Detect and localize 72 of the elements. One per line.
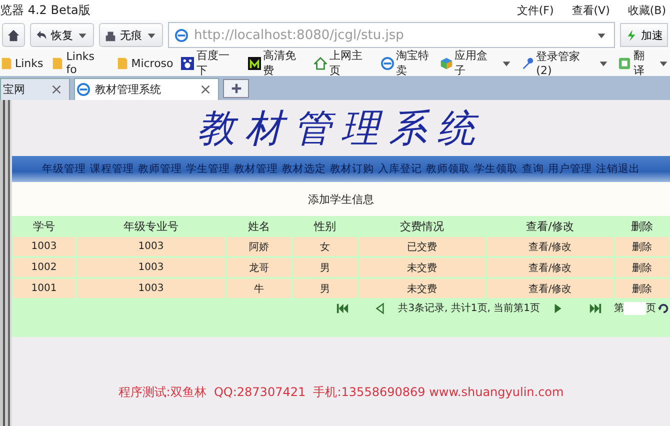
table-cell: 1001: [12, 278, 76, 299]
table-cell: 1003: [76, 257, 226, 278]
browser-tab[interactable]: 教材管理系统: [74, 78, 219, 100]
close-icon[interactable]: [50, 83, 63, 96]
refresh-icon[interactable]: [657, 302, 670, 314]
table-cell: 1003: [76, 236, 226, 257]
key-icon: [521, 56, 534, 70]
folder-icon: [0, 56, 13, 70]
browser-tab[interactable]: 宝网: [0, 78, 70, 100]
menu-item[interactable]: 文件(F): [516, 2, 554, 18]
table-cell: 未交费: [358, 278, 486, 299]
delete-link[interactable]: 删除: [614, 257, 670, 278]
table-cell: 1003: [12, 236, 76, 257]
table-cell: 已交费: [358, 236, 486, 257]
bookmark-link[interactable]: 淘宝特卖: [380, 48, 440, 78]
home-icon: [7, 28, 20, 42]
bookmark-link[interactable]: 登录管家(2): [521, 49, 610, 77]
letter-m-icon: [248, 56, 261, 70]
close-icon[interactable]: [199, 83, 212, 96]
globe-icon: [77, 83, 90, 96]
house-icon: [314, 56, 328, 70]
table-cell: 阿娇: [226, 236, 292, 257]
previous-page-icon[interactable]: [373, 302, 386, 314]
cube-icon: [440, 56, 453, 70]
bookmark-link[interactable]: 翻译: [618, 48, 670, 78]
lightning-icon: [625, 28, 638, 42]
undo-arrow-icon: [35, 28, 48, 42]
paw-icon: [181, 56, 194, 70]
bookmark-link[interactable]: Links fo: [51, 50, 108, 76]
site-title: 教材管理系统: [196, 104, 486, 152]
bookmark-link[interactable]: 上网主页: [314, 48, 373, 78]
table-cell: 未交费: [358, 257, 486, 278]
menu-item[interactable]: 查看(V): [572, 2, 610, 18]
folder-icon: [51, 56, 64, 70]
table-cell: 女: [292, 236, 358, 257]
view-edit-link[interactable]: 查看/修改: [486, 257, 614, 278]
bookmark-link[interactable]: 百度一下: [181, 48, 240, 78]
home-button[interactable]: [2, 23, 25, 47]
add-student-link[interactable]: 添加学生信息: [308, 192, 374, 206]
scrollbar[interactable]: [0, 100, 12, 426]
bookmark-link[interactable]: 应用盒子: [440, 48, 514, 78]
last-page-icon[interactable]: [589, 302, 602, 314]
delete-link[interactable]: 删除: [614, 278, 670, 299]
table-cell: 1002: [12, 257, 76, 278]
globe-icon: [175, 28, 188, 42]
first-page-icon[interactable]: [336, 302, 350, 314]
bookmark-link[interactable]: Microso: [116, 56, 174, 70]
window-title: 览器 4.2 Beta版: [0, 2, 90, 18]
speed-button[interactable]: 加速: [620, 23, 668, 47]
page-label: 第: [614, 302, 624, 315]
page-info: 共3条记录, 共计1页, 当前第1页: [398, 302, 540, 315]
delete-link[interactable]: 删除: [614, 236, 670, 257]
table-cell: 1003: [76, 278, 226, 299]
view-edit-link[interactable]: 查看/修改: [486, 278, 614, 299]
footer-credit: 程序测试:双鱼林 QQ:287307421 手机:13558690869 www.shuangyulin.com: [117, 384, 565, 401]
table-cell: 男: [292, 278, 358, 299]
private-mode-button[interactable]: 无痕: [99, 23, 163, 47]
plus-icon: [230, 82, 242, 95]
folder-icon: [116, 56, 130, 70]
bookmark-link[interactable]: Links: [0, 56, 44, 70]
view-edit-link[interactable]: 查看/修改: [486, 236, 614, 257]
new-tab-button[interactable]: [223, 79, 249, 98]
square-icon: [618, 56, 632, 70]
globe-icon: [380, 56, 394, 70]
menu-item[interactable]: 收藏(B): [628, 2, 666, 18]
restore-button[interactable]: 恢复: [30, 23, 94, 47]
table-cell: 牛: [226, 278, 292, 299]
table-cell: 龙哥: [226, 257, 292, 278]
page-label: 页: [646, 302, 656, 315]
table-cell: 男: [292, 257, 358, 278]
bookmark-link[interactable]: 高清免费: [248, 48, 306, 78]
page-number-field[interactable]: [624, 302, 646, 314]
